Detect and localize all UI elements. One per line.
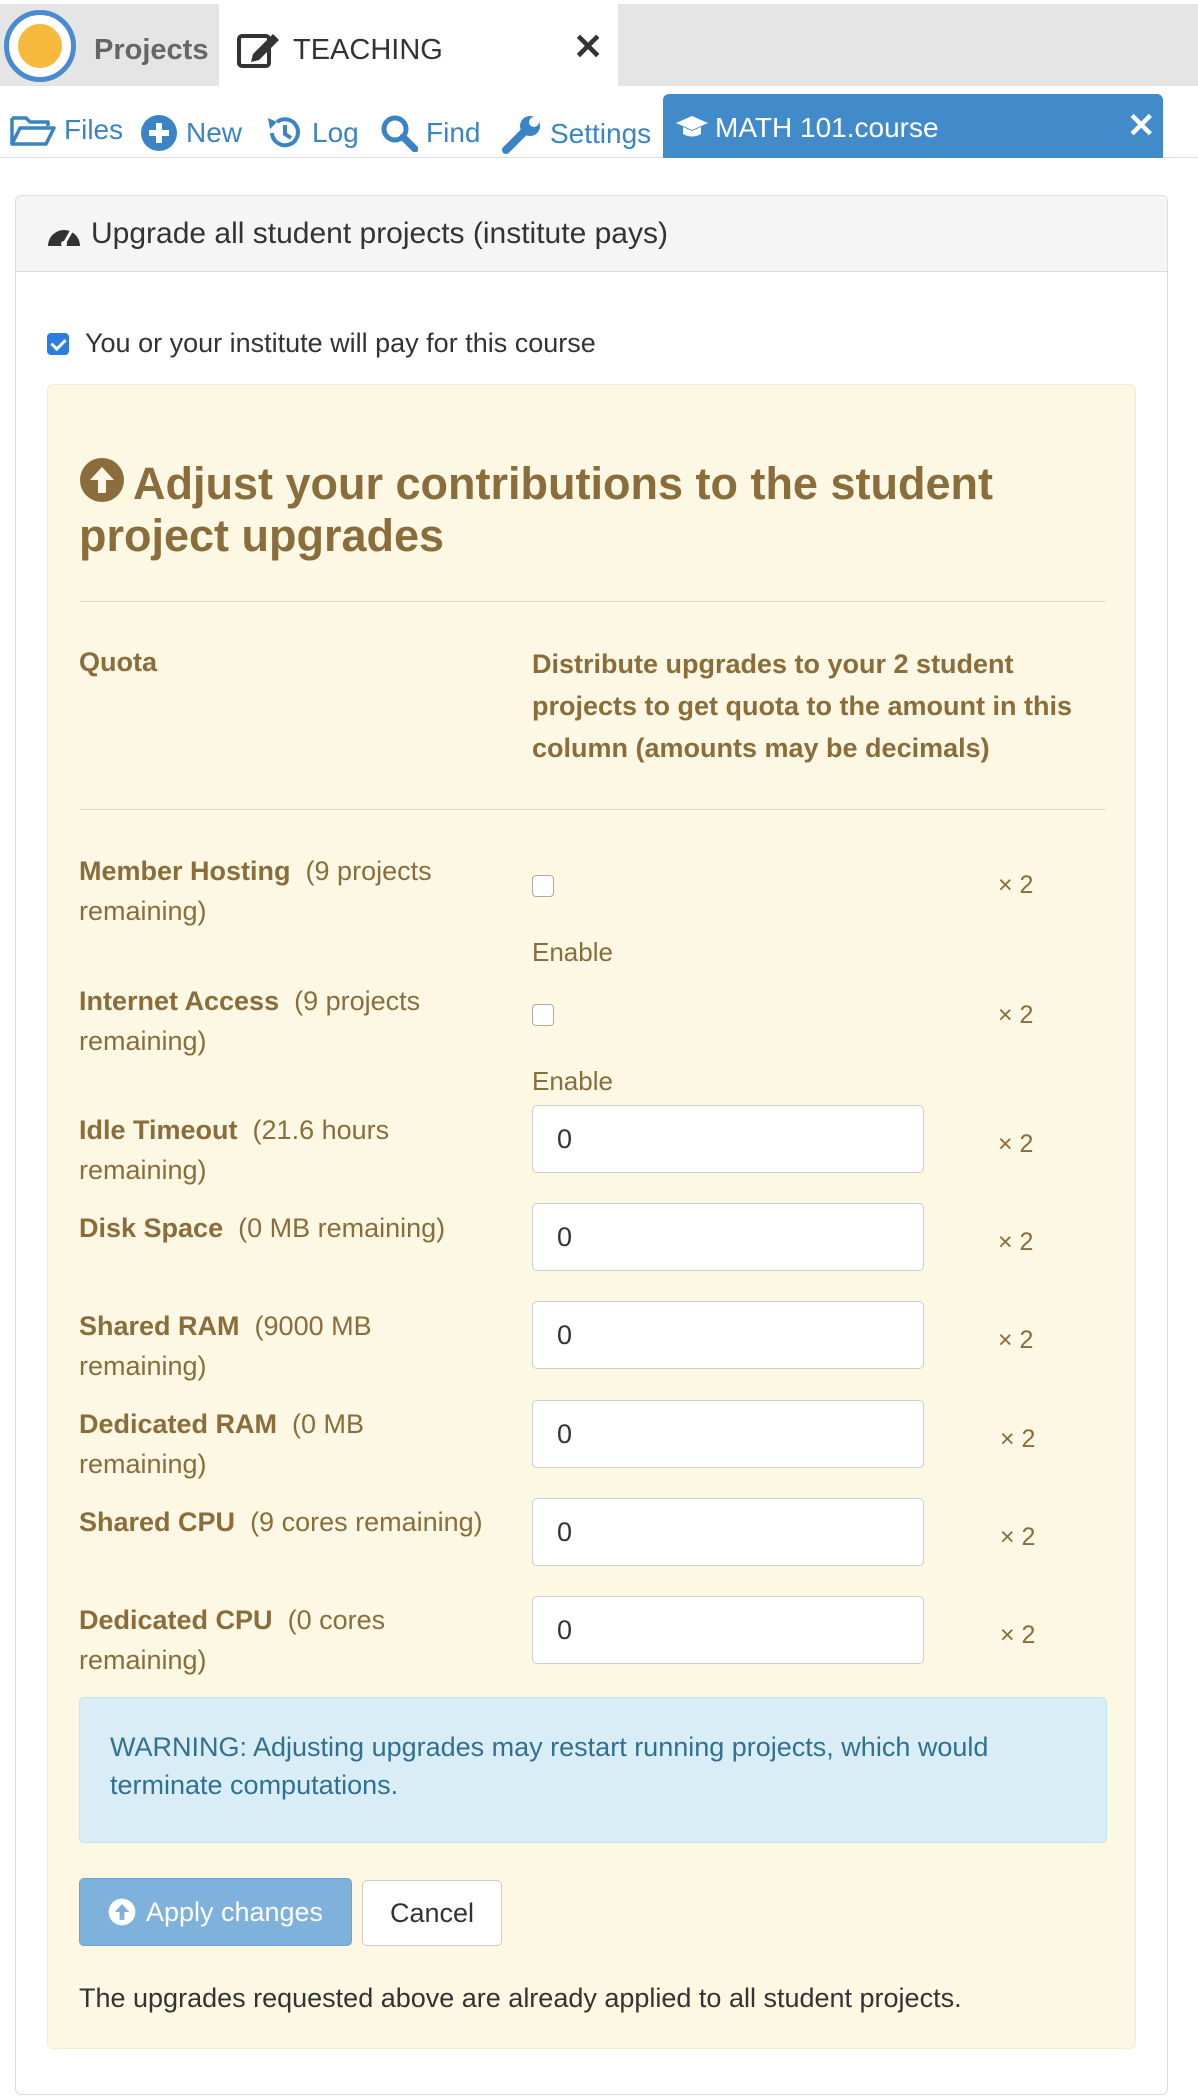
quota-row-member-hosting: Member Hosting (9 projects remaining) [79, 851, 499, 931]
quota-name: Member Hosting [79, 856, 291, 886]
tab-projects-label: Projects [94, 34, 209, 66]
quota-row-shared-cpu: Shared CPU (9 cores remaining) [79, 1502, 499, 1542]
tab-projects[interactable]: Projects [0, 4, 218, 86]
project-tab-bar: Projects TEACHING ✕ [0, 0, 1198, 90]
quota-row-disk-space: Disk Space (0 MB remaining) [79, 1208, 499, 1248]
shared-cpu-input[interactable]: 0 [532, 1498, 924, 1566]
apply-changes-button[interactable]: Apply changes [79, 1878, 352, 1946]
quota-remaining: (0 MB remaining) [238, 1213, 446, 1243]
nav-log-label: Log [312, 117, 359, 148]
internet-access-checkbox[interactable] [532, 1004, 554, 1026]
dashboard-gauge-icon [48, 229, 80, 247]
tab-project-label: TEACHING [293, 34, 443, 66]
quota-name: Dedicated CPU [79, 1605, 273, 1635]
pay-for-course-checkbox[interactable] [47, 332, 69, 355]
disk-space-input[interactable]: 0 [532, 1203, 924, 1271]
nav-find-label: Find [426, 117, 481, 148]
arrow-circle-up-icon [80, 458, 124, 502]
search-icon [381, 115, 418, 152]
quota-row-dedicated-cpu: Dedicated CPU (0 cores remaining) [79, 1600, 499, 1680]
upgrade-panel: Upgrade all student projects (institute … [15, 195, 1168, 2095]
contributions-heading: Adjust your contributions to the student… [79, 457, 1079, 562]
idle-timeout-input[interactable]: 0 [532, 1105, 924, 1173]
close-tab-icon[interactable]: ✕ [573, 26, 603, 68]
history-icon [268, 117, 300, 148]
member-hosting-checkbox[interactable] [532, 875, 554, 897]
folder-open-icon [10, 116, 56, 146]
plus-circle-icon [141, 115, 177, 151]
tab-course-file[interactable]: MATH 101.course ✕ [663, 94, 1163, 158]
divider [79, 601, 1106, 602]
quota-row-idle-timeout: Idle Timeout (21.6 hours remaining) [79, 1110, 499, 1190]
multiplier: × 2 [998, 1001, 1034, 1029]
quota-remaining: (9 cores remaining) [250, 1507, 483, 1537]
nav-log[interactable]: Log [264, 114, 359, 152]
restart-warning-alert: WARNING: Adjusting upgrades may restart … [79, 1697, 1107, 1843]
multiplier: × 2 [998, 1130, 1034, 1158]
contributions-box: Adjust your contributions to the student… [47, 384, 1136, 2049]
edit-icon [237, 28, 281, 68]
nav-files-label: Files [64, 114, 124, 145]
graduation-cap-icon [676, 116, 708, 137]
enable-label: Enable [532, 1066, 613, 1096]
quota-name: Internet Access [79, 986, 280, 1016]
enable-label: Enable [532, 937, 613, 967]
contributions-title: Adjust your contributions to the student… [79, 458, 993, 561]
nav-settings[interactable]: Settings [502, 114, 651, 154]
applied-status-note: The upgrades requested above are already… [79, 1983, 962, 2013]
wrench-icon [502, 116, 540, 154]
apply-changes-label: Apply changes [145, 1896, 324, 1927]
nav-new-label: New [186, 117, 243, 148]
nav-find[interactable]: Find [380, 114, 480, 152]
dedicated-ram-input[interactable]: 0 [532, 1400, 924, 1468]
quota-name: Dedicated RAM [79, 1409, 278, 1439]
pay-for-course-label: You or your institute will pay for this … [85, 328, 596, 358]
multiplier: × 2 [998, 1326, 1034, 1354]
course-tab-label: MATH 101.course [715, 112, 939, 143]
divider [79, 809, 1106, 810]
nav-new[interactable]: New [140, 114, 242, 152]
tab-project-teaching[interactable]: TEACHING ✕ [219, 4, 618, 90]
multiplier: × 2 [998, 871, 1034, 899]
quota-row-shared-ram: Shared RAM (9000 MB remaining) [79, 1306, 499, 1386]
cancel-button[interactable]: Cancel [362, 1880, 502, 1946]
multiplier: × 2 [998, 1228, 1034, 1256]
shared-ram-input[interactable]: 0 [532, 1301, 924, 1369]
multiplier: × 2 [1000, 1621, 1036, 1649]
quota-row-dedicated-ram: Dedicated RAM (0 MB remaining) [79, 1404, 499, 1484]
nav-files[interactable]: Files [10, 114, 123, 146]
quota-name: Disk Space [79, 1213, 224, 1243]
quota-row-internet-access: Internet Access (9 projects remaining) [79, 981, 499, 1061]
distribute-column-header: Distribute upgrades to your 2 student pr… [532, 649, 1072, 763]
panel-title: Upgrade all student projects (institute … [91, 217, 668, 250]
pay-for-course-row: You or your institute will pay for this … [47, 328, 596, 359]
quota-name: Shared RAM [79, 1311, 240, 1341]
dedicated-cpu-input[interactable]: 0 [532, 1596, 924, 1664]
nav-settings-label: Settings [550, 118, 652, 149]
panel-header: Upgrade all student projects (institute … [16, 196, 1167, 272]
arrow-circle-up-icon [108, 1898, 136, 1926]
multiplier: × 2 [1000, 1523, 1036, 1551]
quota-name: Idle Timeout [79, 1115, 238, 1145]
quota-column-header: Quota [79, 647, 157, 677]
quota-name: Shared CPU [79, 1507, 236, 1537]
cocalc-logo-icon [4, 10, 76, 82]
project-nav: Files New Log Find Settings MATH 101.cou… [0, 86, 1198, 158]
multiplier: × 2 [1000, 1425, 1036, 1453]
close-course-tab-icon[interactable]: ✕ [1127, 106, 1156, 146]
